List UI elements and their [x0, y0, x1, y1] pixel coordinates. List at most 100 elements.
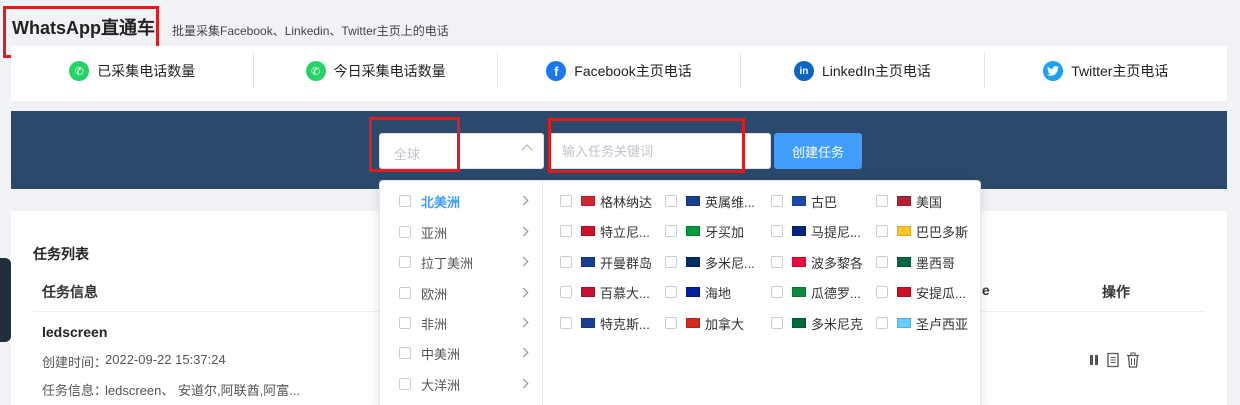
stat-label: Facebook主页电话	[574, 63, 692, 79]
checkbox[interactable]	[876, 317, 888, 329]
flag-icon	[581, 257, 595, 267]
checkbox[interactable]	[560, 195, 572, 207]
checkbox[interactable]	[560, 256, 572, 268]
chevron-right-icon	[518, 287, 529, 298]
country-item[interactable]: 特克斯...	[560, 311, 650, 335]
stat-linkedin-phones[interactable]: in LinkedIn主页电话	[741, 53, 985, 89]
side-collapse-handle[interactable]	[0, 258, 11, 342]
checkbox[interactable]	[665, 317, 677, 329]
task-created-value: 2022-09-22 15:37:24	[105, 352, 226, 367]
country-item[interactable]: 百慕大...	[560, 280, 650, 304]
highlight-box	[369, 117, 460, 172]
linkedin-icon: in	[793, 61, 814, 81]
checkbox[interactable]	[560, 317, 572, 329]
continent-item-asia[interactable]: 亚洲	[380, 217, 543, 247]
checkbox[interactable]	[665, 286, 677, 298]
continent-item-oceania[interactable]: 大洋洲	[380, 369, 543, 399]
country-item[interactable]: 多米尼克	[771, 311, 863, 335]
checkbox[interactable]	[399, 317, 411, 329]
chevron-right-icon	[518, 378, 529, 389]
country-label: 马提尼...	[811, 224, 861, 240]
stat-twitter-phones[interactable]: Twitter主页电话	[985, 53, 1227, 89]
chevron-right-icon	[518, 226, 529, 237]
country-item[interactable]: 英属维...	[665, 189, 755, 213]
flag-icon	[897, 226, 911, 236]
task-list-title: 任务列表	[33, 246, 89, 262]
pause-icon[interactable]	[1088, 353, 1100, 372]
country-label: 波多黎各	[811, 255, 864, 271]
continent-item-central-america[interactable]: 中美洲	[380, 338, 543, 368]
country-item[interactable]: 圣卢西亚	[876, 311, 968, 335]
continent-item-north-america[interactable]: 北美洲	[380, 186, 543, 216]
stat-today-phones[interactable]: ✆ 今日采集电话数量	[254, 53, 498, 89]
flag-icon	[897, 287, 911, 297]
country-item[interactable]: 波多黎各	[771, 250, 863, 274]
checkbox[interactable]	[876, 256, 888, 268]
checkbox[interactable]	[665, 225, 677, 237]
checkbox[interactable]	[399, 378, 411, 390]
flag-icon	[581, 196, 595, 206]
checkbox[interactable]	[771, 195, 783, 207]
country-item[interactable]: 瓜德罗...	[771, 280, 861, 304]
flag-icon	[581, 287, 595, 297]
column-header-ops: 操作	[1102, 284, 1130, 300]
flag-icon	[686, 318, 700, 328]
app-subtitle: 批量采集Facebook、Linkedin、Twitter主页上的电话	[172, 24, 449, 38]
country-item[interactable]: 格林纳达	[560, 189, 652, 213]
checkbox[interactable]	[399, 195, 411, 207]
country-item[interactable]: 安提瓜...	[876, 280, 966, 304]
country-label: 古巴	[811, 194, 838, 210]
country-label: 瓜德罗...	[811, 285, 861, 301]
flag-icon	[897, 318, 911, 328]
checkbox[interactable]	[876, 195, 888, 207]
checkbox[interactable]	[876, 286, 888, 298]
country-label: 墨西哥	[916, 255, 956, 271]
checkbox[interactable]	[771, 286, 783, 298]
country-label: 美国	[916, 194, 943, 210]
flag-icon	[581, 318, 595, 328]
checkbox[interactable]	[399, 226, 411, 238]
checkbox[interactable]	[560, 286, 572, 298]
continent-label: 亚洲	[421, 225, 448, 241]
continent-item-africa[interactable]: 非洲	[380, 308, 543, 338]
country-item[interactable]: 古巴	[771, 189, 837, 213]
checkbox[interactable]	[399, 347, 411, 359]
continent-item-europe[interactable]: 欧洲	[380, 278, 543, 308]
twitter-icon	[1043, 61, 1064, 81]
flag-icon	[581, 226, 595, 236]
checkbox[interactable]	[771, 256, 783, 268]
highlight-box	[548, 118, 745, 173]
checkbox[interactable]	[560, 225, 572, 237]
country-item[interactable]: 特立尼...	[560, 219, 650, 243]
country-item[interactable]: 牙买加	[665, 219, 744, 243]
country-item[interactable]: 海地	[665, 280, 731, 304]
checkbox[interactable]	[771, 317, 783, 329]
stat-label: Twitter主页电话	[1071, 63, 1169, 79]
checkbox[interactable]	[399, 256, 411, 268]
continent-item-latin-america[interactable]: 拉丁美洲	[380, 247, 543, 277]
stat-label: LinkedIn主页电话	[821, 63, 931, 79]
checkbox[interactable]	[399, 287, 411, 299]
country-item[interactable]: 墨西哥	[876, 250, 955, 274]
country-item[interactable]: 美国	[876, 189, 942, 213]
country-item[interactable]: 开曼群岛	[560, 250, 652, 274]
trash-icon[interactable]	[1126, 352, 1140, 373]
continent-label: 大洋洲	[421, 377, 461, 393]
country-label: 安提瓜...	[916, 285, 966, 301]
checkbox[interactable]	[665, 195, 677, 207]
country-item[interactable]: 多米尼...	[665, 250, 755, 274]
stat-facebook-phones[interactable]: f Facebook主页电话	[498, 53, 742, 89]
country-item[interactable]: 马提尼...	[771, 219, 861, 243]
document-icon[interactable]	[1106, 352, 1120, 373]
flag-icon	[897, 257, 911, 267]
country-item[interactable]: 巴巴多斯	[876, 219, 968, 243]
create-task-button[interactable]: 创建任务	[774, 133, 862, 169]
country-item[interactable]: 加拿大	[665, 311, 744, 335]
checkbox[interactable]	[771, 225, 783, 237]
stat-collected-phones[interactable]: ✆ 已采集电话数量	[11, 53, 255, 89]
checkbox[interactable]	[665, 256, 677, 268]
country-label: 多米尼...	[705, 255, 755, 271]
country-label: 格林纳达	[600, 194, 653, 210]
checkbox[interactable]	[876, 225, 888, 237]
stats-bar: ✆ 已采集电话数量 ✆ 今日采集电话数量 f Facebook主页电话 in L…	[11, 46, 1227, 101]
